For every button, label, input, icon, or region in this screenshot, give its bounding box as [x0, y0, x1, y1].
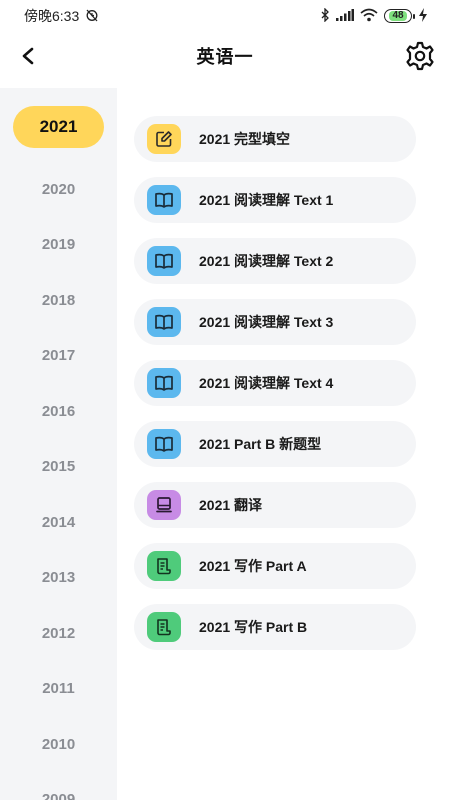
settings-button[interactable] — [402, 38, 438, 74]
list-item-label: 2021 阅读理解 Text 4 — [199, 375, 334, 391]
list-item[interactable]: 2021 阅读理解 Text 1 — [134, 177, 416, 223]
header: 英语一 — [0, 34, 450, 78]
page-title: 英语一 — [196, 47, 254, 67]
status-left: 傍晚6:33 — [24, 6, 99, 26]
list-item-label: 2021 阅读理解 Text 3 — [199, 314, 334, 330]
year-item-2019[interactable]: 2019 — [0, 223, 117, 265]
year-item-2018[interactable]: 2018 — [0, 279, 117, 321]
signal-icon — [336, 8, 354, 24]
charging-icon — [418, 7, 428, 25]
back-button[interactable] — [12, 40, 44, 72]
year-item-2015[interactable]: 2015 — [0, 445, 117, 487]
year-item-2021[interactable]: 2021 — [13, 106, 104, 148]
status-right: 48 — [320, 6, 428, 25]
year-item-2014[interactable]: 2014 — [0, 501, 117, 543]
year-sidebar: 2021 2020 2019 2018 2017 2016 2015 2014 … — [0, 88, 117, 800]
list-item-label: 2021 阅读理解 Text 2 — [199, 253, 334, 269]
book-icon — [147, 307, 181, 337]
bluetooth-icon — [320, 6, 330, 25]
book-icon — [147, 429, 181, 459]
list-item[interactable]: 2021 阅读理解 Text 3 — [134, 299, 416, 345]
alarm-off-icon — [85, 8, 99, 25]
book-icon — [147, 368, 181, 398]
list-item-label: 2021 完型填空 — [199, 131, 291, 147]
list-item[interactable]: 2021 翻译 — [134, 482, 416, 528]
year-item-2016[interactable]: 2016 — [0, 390, 117, 432]
list-item-label: 2021 Part B 新题型 — [199, 436, 322, 452]
gear-icon — [406, 41, 434, 71]
book-icon — [147, 185, 181, 215]
year-item-2010[interactable]: 2010 — [0, 723, 117, 765]
year-item-2012[interactable]: 2012 — [0, 612, 117, 654]
wifi-icon — [360, 8, 378, 25]
document-icon — [147, 612, 181, 642]
edit-icon — [147, 124, 181, 154]
list-item-label: 2021 阅读理解 Text 1 — [199, 192, 334, 208]
list-item[interactable]: 2021 完型填空 — [134, 116, 416, 162]
list-item[interactable]: 2021 Part B 新题型 — [134, 421, 416, 467]
list-item[interactable]: 2021 写作 Part A — [134, 543, 416, 589]
battery-level: 48 — [389, 11, 407, 21]
monitor-icon — [147, 490, 181, 520]
year-item-2020[interactable]: 2020 — [0, 168, 117, 210]
year-item-2013[interactable]: 2013 — [0, 556, 117, 598]
status-bar: 傍晚6:33 48 — [0, 0, 450, 32]
list-item[interactable]: 2021 写作 Part B — [134, 604, 416, 650]
document-icon — [147, 551, 181, 581]
year-item-2017[interactable]: 2017 — [0, 334, 117, 376]
list-item-label: 2021 写作 Part B — [199, 619, 308, 635]
list-item-label: 2021 写作 Part A — [199, 558, 307, 574]
list-item-label: 2021 翻译 — [199, 497, 263, 513]
screen: 傍晚6:33 48 英语一 2021 2020 2019 2018 2017 2… — [0, 0, 450, 800]
list-item[interactable]: 2021 阅读理解 Text 2 — [134, 238, 416, 284]
status-time: 傍晚6:33 — [24, 8, 80, 24]
year-item-2009[interactable]: 2009 — [0, 778, 117, 800]
list-item[interactable]: 2021 阅读理解 Text 4 — [134, 360, 416, 406]
book-icon — [147, 246, 181, 276]
chevron-left-icon — [22, 47, 34, 65]
battery-icon: 48 — [384, 9, 415, 23]
year-item-2011[interactable]: 2011 — [0, 667, 117, 709]
